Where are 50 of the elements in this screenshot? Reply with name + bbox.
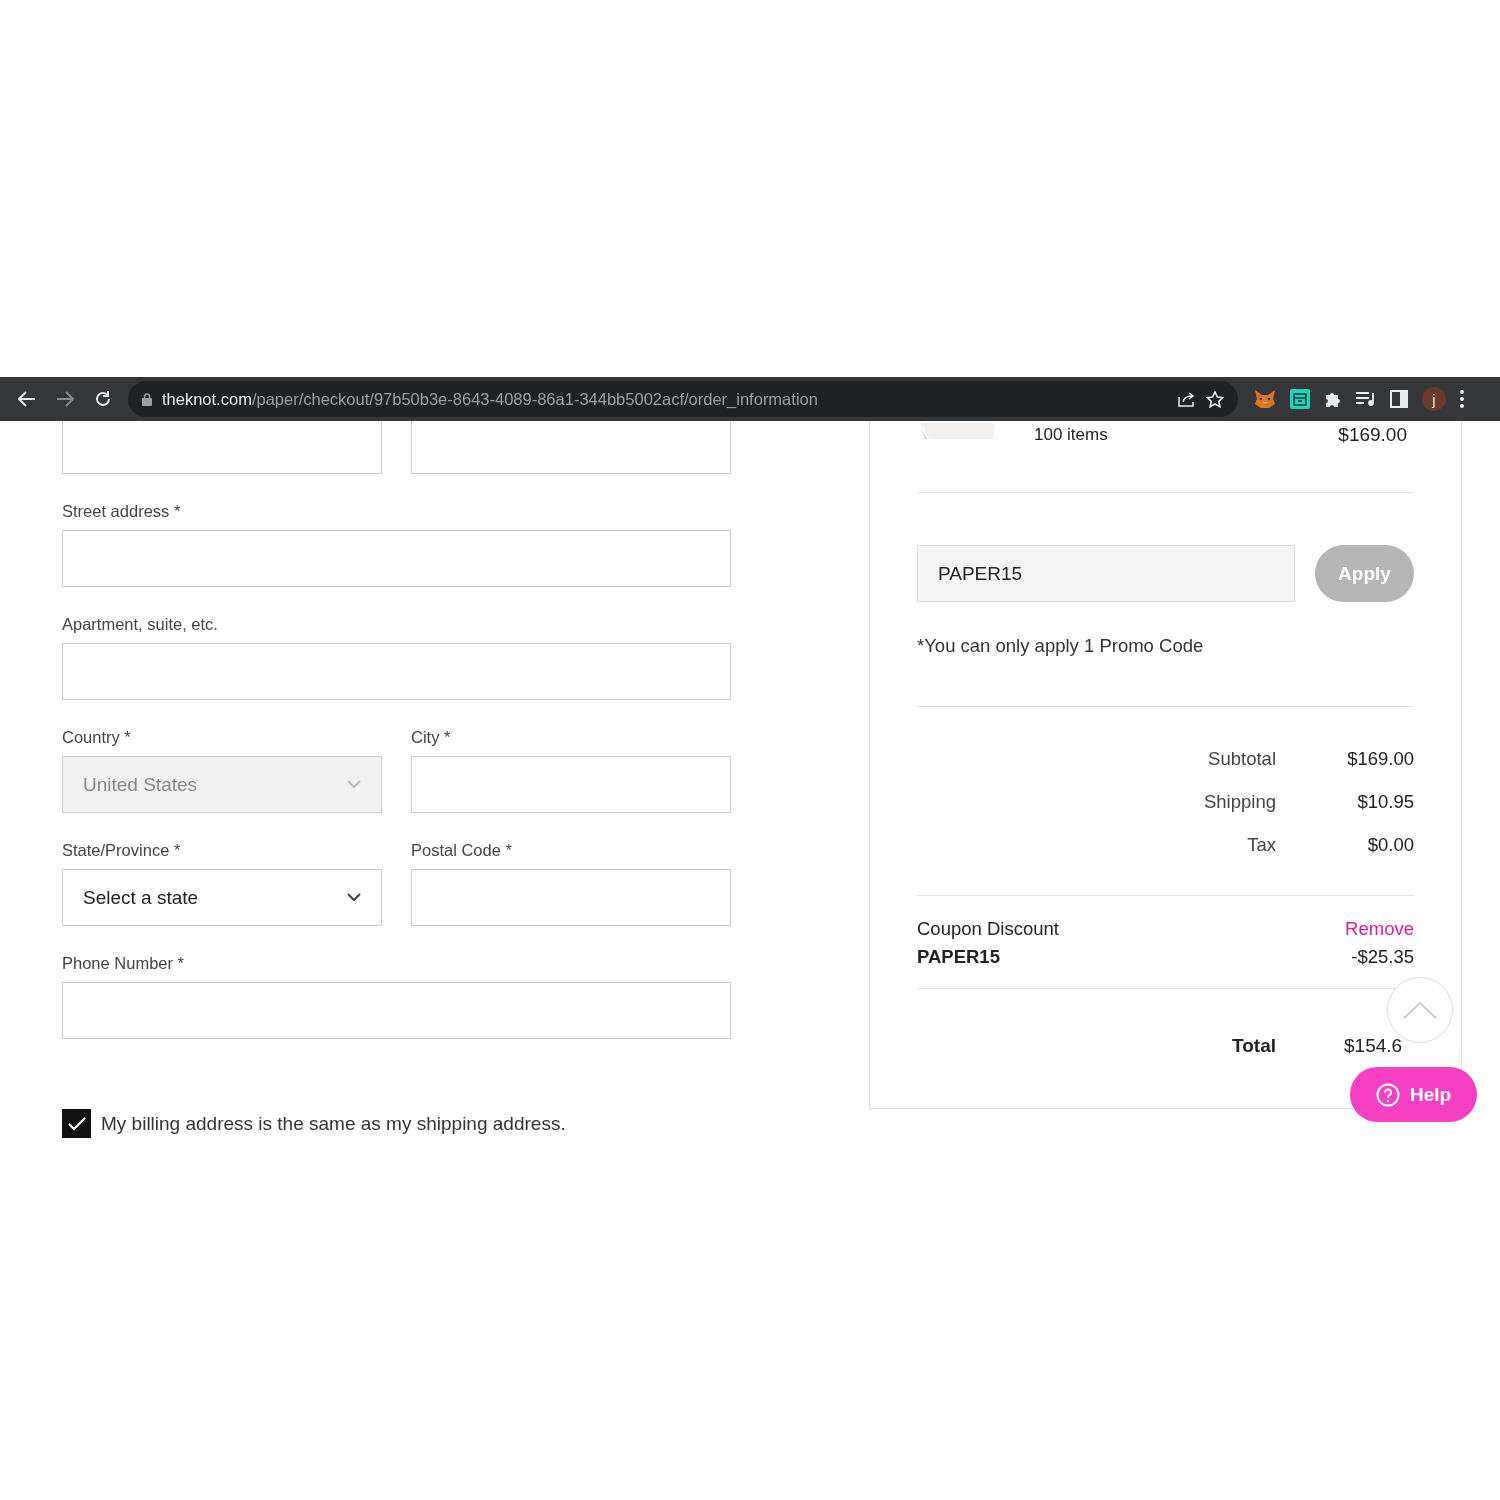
summary-label: Tax	[1247, 834, 1276, 857]
coupon-label: Coupon Discount	[917, 918, 1060, 940]
lock-icon	[142, 392, 152, 406]
kebab-menu-icon[interactable]	[1460, 390, 1464, 408]
summary-label: Shipping	[1204, 791, 1276, 814]
checkbox[interactable]	[62, 1109, 91, 1138]
fox-icon[interactable]	[1254, 389, 1276, 409]
input-field[interactable]	[411, 421, 731, 474]
question-icon	[1375, 1082, 1400, 1107]
field-label: State/Province *	[62, 840, 182, 860]
select-field[interactable]: Select a state	[62, 869, 382, 926]
field-label: Postal Code *	[411, 840, 513, 860]
profile-avatar[interactable]: j	[1422, 387, 1446, 411]
share-icon[interactable]	[1178, 391, 1196, 407]
address-bar[interactable]: theknot.com/paper/checkout/97b50b3e-8643-4089-86a1-344bb5002acf/order_information	[128, 381, 1238, 417]
puzzle-icon[interactable]	[1324, 390, 1342, 408]
total-label: Total	[1232, 1035, 1276, 1057]
checkbox-label: My billing address is the same as my shipping address.	[101, 1112, 566, 1135]
summary-value: $0.00	[1366, 834, 1414, 857]
discount-amount: -$25.35	[1350, 946, 1414, 968]
item-count: 100 items	[1034, 425, 1108, 445]
field-label: Street address *	[62, 501, 182, 521]
summary-value: $169.00	[1346, 748, 1414, 771]
promo-note: *You can only apply 1 Promo Code	[917, 635, 1205, 657]
star-icon[interactable]	[1206, 390, 1224, 408]
input-field[interactable]	[62, 643, 731, 700]
promo-code-field[interactable]: PAPER15	[917, 545, 1295, 602]
chevron-down-icon	[347, 893, 361, 902]
input-field[interactable]	[62, 421, 382, 474]
chevron-down-icon	[347, 780, 361, 789]
chevron-up-icon	[1403, 1001, 1437, 1019]
item-price: $169.00	[1338, 425, 1407, 445]
coupon-code: PAPER15	[917, 946, 1001, 968]
field-label: City *	[411, 727, 452, 747]
field-label: Apartment, suite, etc.	[62, 614, 219, 634]
total-value: $154.6	[1344, 1035, 1404, 1057]
url-text: theknot.com/paper/checkout/97b50b3e-8643-4089-86a1-344bb5002acf/order_information	[162, 389, 819, 409]
input-field[interactable]	[411, 756, 731, 813]
input-field[interactable]	[62, 530, 731, 587]
check-icon	[66, 1115, 87, 1132]
toolbox-icon[interactable]	[1290, 389, 1310, 409]
summary-value: $10.95	[1356, 791, 1414, 814]
media-list-icon[interactable]	[1356, 391, 1376, 407]
input-field[interactable]	[411, 869, 731, 926]
field-label: Country *	[62, 727, 132, 747]
field-label: Phone Number *	[62, 953, 185, 973]
remove-link[interactable]: Remove	[1345, 918, 1414, 940]
summary-label: Subtotal	[1208, 748, 1276, 771]
side-panel-icon[interactable]	[1390, 390, 1408, 408]
input-field[interactable]	[62, 982, 731, 1039]
